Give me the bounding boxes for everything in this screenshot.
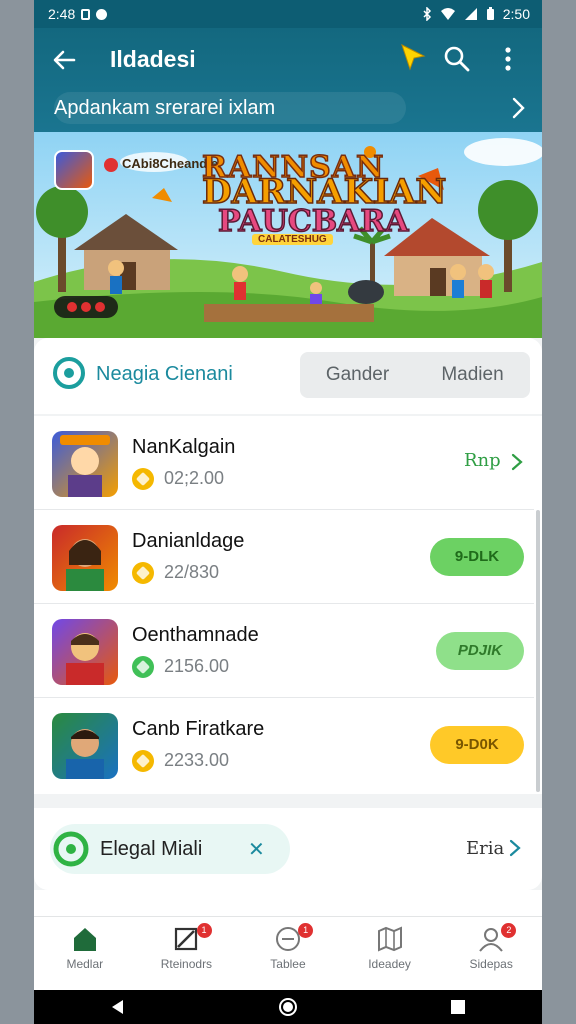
cursor-icon[interactable] [398, 42, 428, 72]
section-header: Neagia Cienani Gander Madien [34, 338, 542, 414]
page-title: Ildadesi [110, 46, 196, 72]
item-action-button[interactable]: PDJIK [436, 632, 524, 670]
home-circle-icon[interactable] [278, 997, 298, 1017]
coin-icon [132, 562, 154, 584]
app-bar: Ildadesi Apdankam srerarei ixlam [34, 28, 542, 132]
item-action-button[interactable]: 9-D0K [430, 726, 524, 764]
item-thumbnail [52, 713, 118, 779]
promo-chip[interactable]: Elegal Miali ✕ [50, 824, 290, 874]
segment-madien[interactable]: Madien [415, 364, 530, 386]
status-time: 2:48 [48, 6, 76, 22]
nav-label: Tablee [270, 957, 306, 971]
item-list: NanKalgain 02;2.00 Rnp Danianldage 22/83… [34, 416, 542, 794]
more-vert-icon[interactable] [498, 44, 518, 74]
list-item[interactable]: Danianldage 22/830 9-DLK [34, 510, 534, 604]
nav-item-tablee[interactable]: 1 Tablee [237, 917, 339, 990]
notification-icon [96, 8, 108, 20]
notification-badge: 1 [298, 923, 314, 938]
item-name: Danianldage [132, 530, 245, 552]
promo-card: Elegal Miali ✕ Eria [34, 808, 542, 890]
brand-logo-icon [53, 357, 85, 389]
recents-square-icon[interactable] [449, 998, 467, 1016]
status-time-right: 2:50 [502, 6, 530, 22]
back-triangle-icon[interactable] [109, 998, 127, 1016]
search-icon[interactable] [442, 44, 472, 74]
coin-icon [132, 468, 154, 490]
map-icon [377, 926, 402, 952]
nav-item-ideadey[interactable]: Ideadey [339, 917, 441, 990]
back-arrow-icon[interactable] [50, 46, 78, 74]
list-item[interactable]: NanKalgain 02;2.00 Rnp [34, 416, 534, 510]
brand-logo-icon [53, 831, 89, 867]
nav-item-medlar[interactable]: Medlar [34, 917, 136, 990]
item-action-link[interactable]: Rnp [464, 450, 501, 471]
item-thumbnail [52, 619, 118, 685]
wifi-icon [440, 8, 455, 20]
item-name: NanKalgain [132, 436, 236, 458]
signal-icon [464, 8, 477, 20]
nav-item-rteinodrs[interactable]: 1 Rteinodrs [136, 917, 238, 990]
banner-tagline: CALATESHUG [252, 234, 333, 245]
item-name: Canb Firatkare [132, 718, 265, 740]
system-nav-bar [34, 990, 542, 1024]
battery-icon [486, 7, 494, 20]
notification-badge: 2 [501, 923, 517, 938]
game-icon [54, 150, 94, 190]
item-action-button[interactable]: 9-DLK [430, 538, 524, 576]
chevron-right-icon[interactable] [510, 452, 524, 472]
phone-screen: 2:48 2:50 Ildadesi Apdankam srerarei ixl… [34, 0, 542, 1024]
nav-item-sidepas[interactable]: 2 Sidepas [440, 917, 542, 990]
section-title: Neagia Cienani [96, 363, 233, 385]
chevron-right-icon[interactable] [508, 96, 528, 120]
coin-icon [132, 656, 154, 678]
list-item[interactable]: Oenthamnade 2156.00 PDJIK [34, 604, 534, 698]
nav-label: Medlar [66, 957, 104, 971]
close-icon[interactable]: ✕ [248, 837, 265, 862]
bottom-nav: Medlar 1 Rteinodrs 1 Tablee Ideadey 2 Si… [34, 916, 542, 990]
list-item[interactable]: Canb Firatkare 2233.00 9-D0K [34, 698, 534, 792]
nav-label: Sidepas [469, 957, 513, 971]
scrollbar[interactable] [536, 510, 540, 792]
bluetooth-icon [423, 7, 431, 21]
sim-icon [81, 8, 91, 20]
segment-control: Gander Madien [300, 352, 530, 398]
status-bar: 2:48 2:50 [34, 0, 542, 28]
subtitle-link[interactable]: Apdankam srerarei ixlam [54, 92, 406, 124]
item-price: 22/830 [164, 562, 220, 582]
studio-badge-icon [104, 158, 118, 172]
promo-chip-label: Elegal Miali [100, 838, 203, 860]
item-price: 2156.00 [164, 656, 230, 676]
notification-badge: 1 [196, 923, 212, 938]
nav-label: Rteinodrs [160, 957, 213, 971]
item-price: 2233.00 [164, 750, 230, 770]
coin-icon [132, 750, 154, 772]
item-name: Oenthamnade [132, 624, 259, 646]
chevron-right-icon[interactable] [508, 838, 522, 858]
content-panel: Neagia Cienani Gander Madien NanKalgain … [34, 338, 542, 890]
item-thumbnail [52, 431, 118, 497]
nav-label: Ideadey [368, 957, 411, 971]
carousel-indicator[interactable] [54, 296, 118, 318]
home-icon [73, 928, 96, 951]
featured-banner[interactable]: CAbi8Cheandie RANNSAN DARNAKIAN PAUCBARA… [34, 132, 542, 338]
promo-more-link[interactable]: Eria [466, 838, 504, 859]
item-thumbnail [52, 525, 118, 591]
item-price: 02;2.00 [164, 468, 225, 488]
segment-gander[interactable]: Gander [300, 364, 415, 386]
